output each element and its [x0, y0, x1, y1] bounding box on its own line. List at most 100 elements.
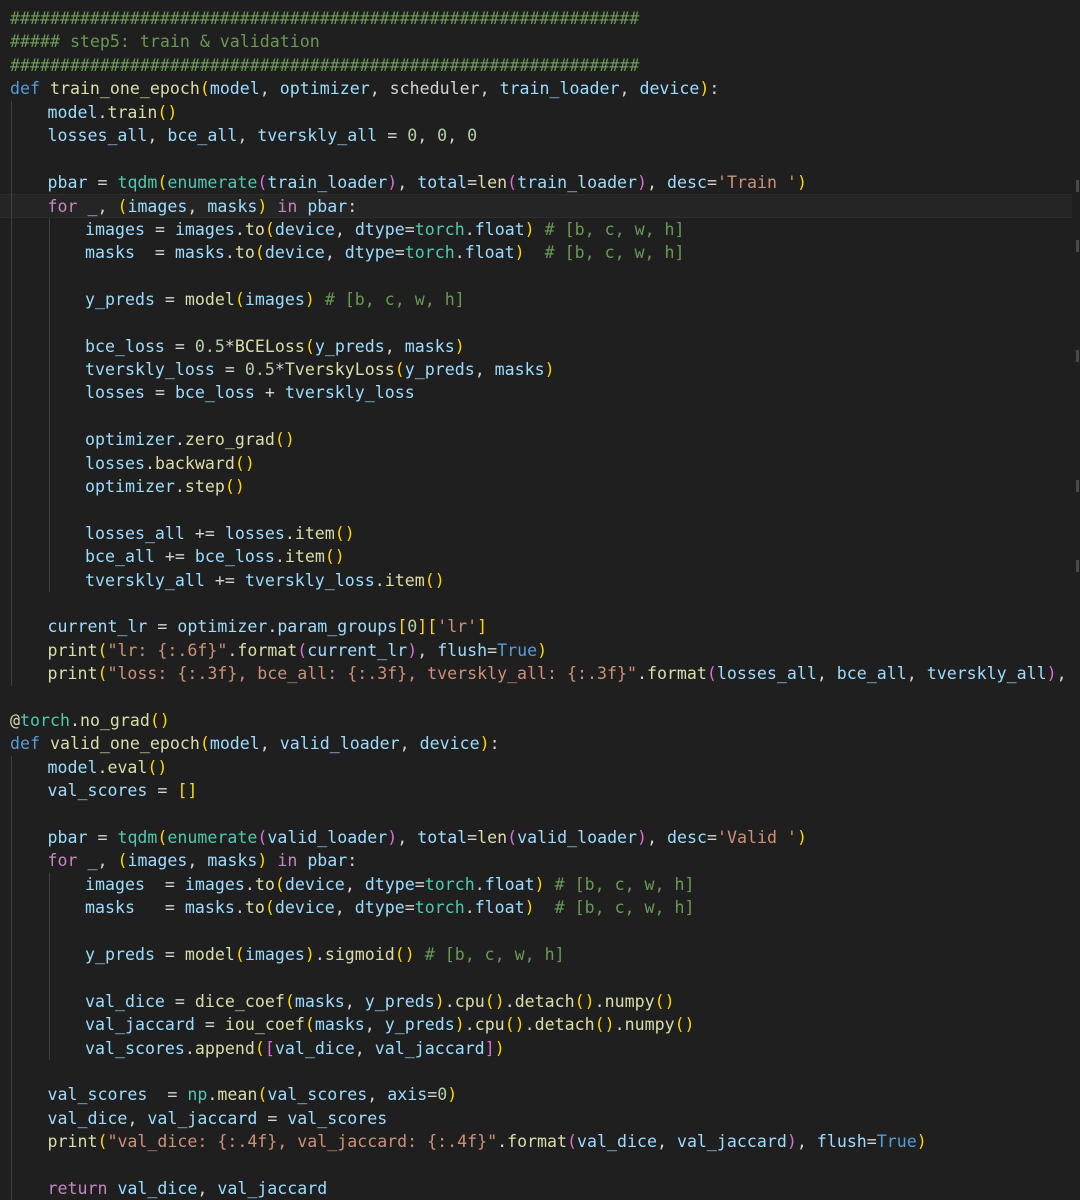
code-line[interactable]: tverskly_all += tverskly_loss.item() [0, 569, 1072, 592]
code-token: total [417, 172, 468, 192]
code-token: item [384, 570, 425, 590]
code-line[interactable]: def train_one_epoch(model, optimizer, sc… [0, 77, 1072, 100]
code-line[interactable]: losses_all += losses.item() [0, 522, 1072, 545]
code-line[interactable]: y_preds = model(images).sigmoid() # [b, … [0, 943, 1072, 966]
code-token: def [10, 734, 50, 754]
code-line[interactable]: print("loss: {:.3f}, bce_all: {:.3f}, tv… [0, 662, 1072, 685]
code-token: * [274, 360, 285, 379]
code-line[interactable]: losses.backward() [0, 452, 1072, 475]
code-token: numpy [624, 1015, 675, 1035]
code-line[interactable]: images = images.to(device, dtype=torch.f… [0, 218, 1072, 241]
code-line[interactable]: val_scores = [] [0, 779, 1072, 802]
scrollbar-marker [1076, 560, 1079, 572]
code-line[interactable] [0, 147, 1072, 170]
code-token: # [b, c, w, h] [314, 289, 465, 309]
code-line[interactable]: optimizer.step() [0, 475, 1072, 498]
code-token: print [47, 664, 98, 684]
code-line[interactable]: optimizer.zero_grad() [0, 428, 1072, 451]
code-line[interactable] [0, 966, 1072, 989]
code-token: ( [117, 197, 128, 217]
code-line[interactable]: model.eval() [0, 756, 1072, 779]
code-token: ) [454, 336, 465, 356]
code-token: () [574, 991, 595, 1011]
code-line[interactable]: tverskly_loss = 0.5*TverskyLoss(y_preds,… [0, 358, 1072, 381]
code-token: () [334, 523, 355, 543]
code-token: pbar [47, 172, 88, 192]
code-token: device [639, 79, 700, 99]
code-line[interactable]: return val_dice, val_jaccard [0, 1177, 1072, 1200]
code-token: ##### step5: train & validation [10, 32, 320, 52]
code-token: . [454, 243, 465, 262]
code-token: 0 [407, 126, 418, 145]
code-token: . [184, 1038, 195, 1058]
vertical-scrollbar[interactable] [1072, 0, 1080, 1196]
code-token: device [419, 734, 480, 754]
code-token: () [157, 102, 178, 122]
code-line[interactable]: pbar = tqdm(enumerate(valid_loader), tot… [0, 826, 1072, 849]
code-line[interactable]: losses_all, bce_all, tverskly_all = 0, 0… [0, 124, 1072, 147]
code-line[interactable]: print("val_dice: {:.4f}, val_jaccard: {:… [0, 1130, 1072, 1153]
code-line[interactable]: losses = bce_loss + tverskly_loss [0, 381, 1072, 404]
code-token: 0 [437, 1085, 448, 1105]
code-line[interactable] [0, 592, 1072, 615]
code-line[interactable]: val_scores = np.mean(val_scores, axis=0) [0, 1083, 1072, 1106]
code-token: format [507, 1132, 568, 1152]
code-line[interactable]: print("lr: {:.6f}".format(current_lr), f… [0, 639, 1072, 662]
code-token: = [257, 1108, 288, 1128]
code-line[interactable] [0, 920, 1072, 943]
code-token: , [344, 874, 365, 894]
code-line[interactable]: pbar = tqdm(enumerate(train_loader), tot… [0, 171, 1072, 194]
code-token: ( [274, 874, 285, 894]
code-line[interactable]: ########################################… [0, 7, 1072, 30]
code-token: . [69, 711, 80, 730]
code-line[interactable]: ########################################… [0, 54, 1072, 77]
code-line[interactable] [0, 686, 1072, 709]
code-token: float [474, 898, 525, 918]
code-line[interactable]: val_scores.append([val_dice, val_jaccard… [0, 1037, 1072, 1060]
code-line[interactable]: val_jaccard = iou_coef(masks, y_preds).c… [0, 1013, 1072, 1036]
code-token: , [197, 1179, 218, 1198]
code-line[interactable]: masks = masks.to(device, dtype=torch.flo… [0, 896, 1072, 919]
code-token: ( [234, 945, 245, 964]
code-line[interactable]: bce_all += bce_loss.item() [0, 545, 1072, 568]
code-token: to [244, 219, 265, 239]
code-line[interactable]: val_dice = dice_coef(masks, y_preds).cpu… [0, 990, 1072, 1013]
code-token: = [144, 383, 175, 403]
code-token: y_preds [364, 991, 435, 1011]
code-line[interactable]: val_dice, val_jaccard = val_scores [0, 1107, 1072, 1130]
code-token: for [47, 851, 88, 871]
code-line[interactable]: for _, (images, masks) in pbar: [0, 849, 1072, 872]
code-line[interactable] [0, 1154, 1072, 1177]
code-token: [ [427, 617, 438, 637]
code-token: val_dice [577, 1132, 657, 1152]
code-line[interactable] [0, 498, 1072, 521]
code-line[interactable] [0, 311, 1072, 334]
code-token: ) [524, 898, 535, 918]
code-line[interactable] [0, 264, 1072, 287]
code-line[interactable]: def valid_one_epoch(model, valid_loader,… [0, 732, 1072, 755]
code-token: # [b, c, w, h] [534, 219, 685, 239]
code-line[interactable]: for _, (images, masks) in pbar: [0, 194, 1072, 218]
code-line[interactable]: masks = masks.to(device, dtype=torch.flo… [0, 241, 1072, 264]
code-line[interactable]: model.train() [0, 101, 1072, 124]
code-line[interactable]: ##### step5: train & validation [0, 30, 1072, 53]
code-editor[interactable]: ########################################… [0, 0, 1080, 1200]
code-token: tqdm [117, 172, 158, 192]
code-token: backward [154, 453, 235, 473]
code-line[interactable]: images = images.to(device, dtype=torch.f… [0, 873, 1072, 896]
code-token: BCELoss [234, 336, 305, 356]
code-line[interactable] [0, 803, 1072, 826]
code-token: "val_dice: {:.4f}, val_jaccard: {:.4f}" [107, 1132, 498, 1152]
code-line[interactable]: y_preds = model(images) # [b, c, w, h] [0, 288, 1072, 311]
code-token: 'lr' [437, 617, 478, 637]
code-token: ] [417, 617, 428, 637]
code-token: . [314, 945, 325, 964]
code-line[interactable]: current_lr = optimizer.param_groups[0]['… [0, 615, 1072, 638]
code-line[interactable] [0, 405, 1072, 428]
code-line[interactable]: @torch.no_grad() [0, 709, 1072, 732]
code-line[interactable]: bce_loss = 0.5*BCELoss(y_preds, masks) [0, 335, 1072, 358]
code-line[interactable] [0, 1060, 1072, 1083]
code-token: ) [304, 945, 315, 964]
code-token: . [464, 219, 475, 239]
code-token: ( [304, 336, 315, 356]
